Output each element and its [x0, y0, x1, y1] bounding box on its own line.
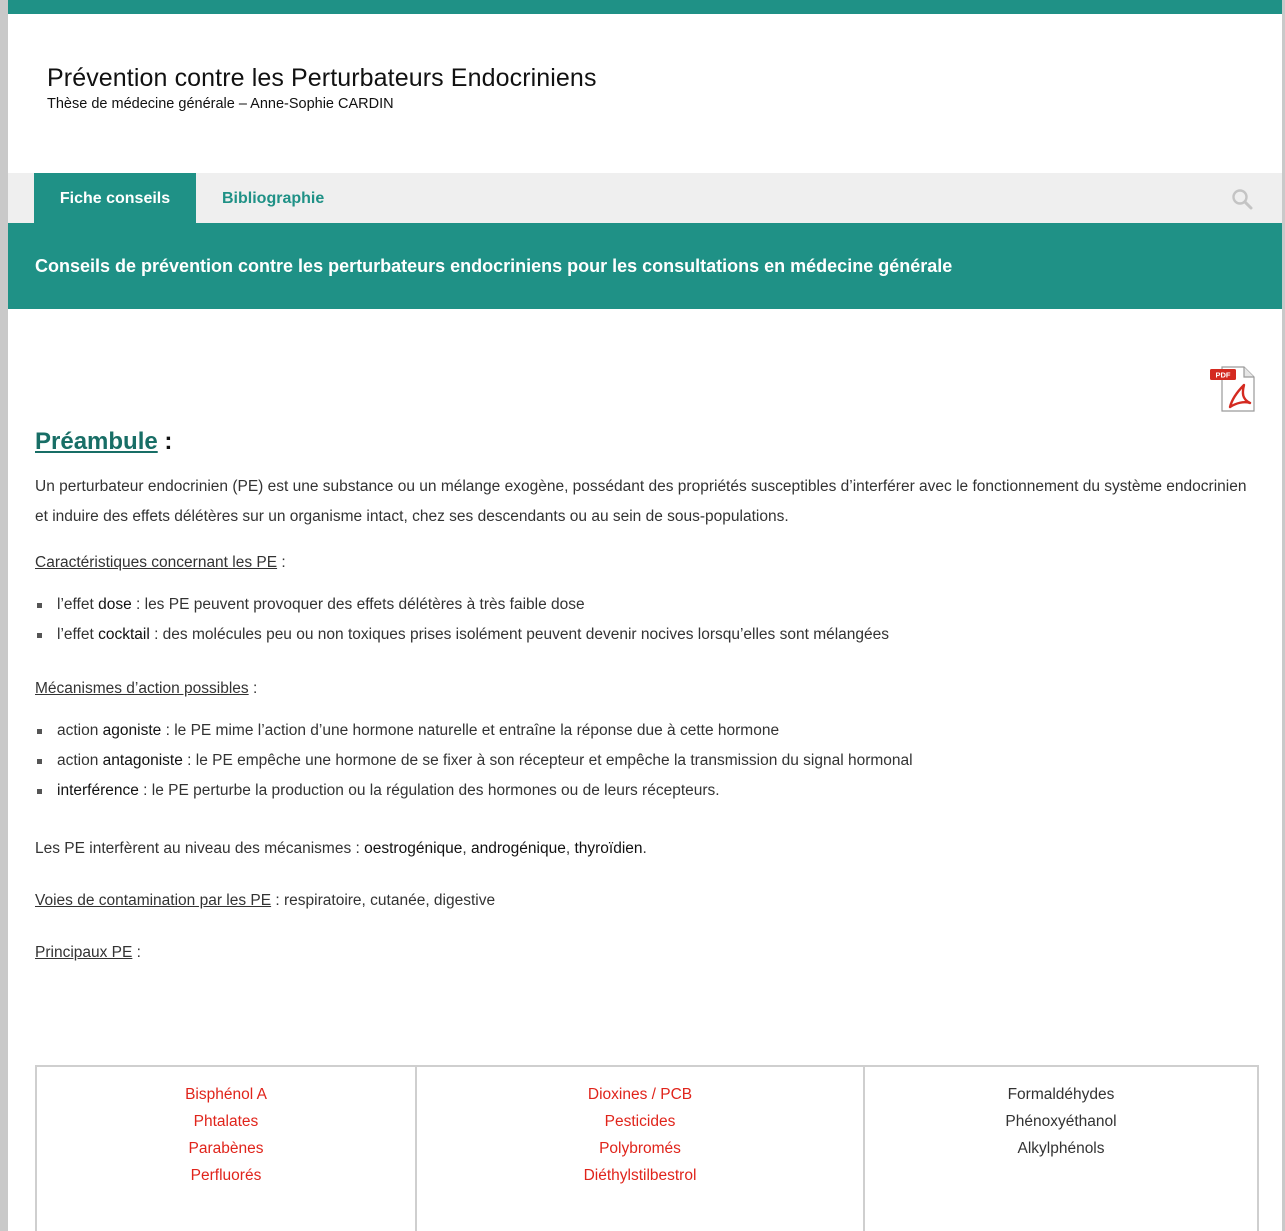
item-post: : le PE perturbe la production ou la rég…	[138, 782, 720, 799]
caracteristiques-title: Caractéristiques concernant les PE	[35, 554, 278, 571]
pdf-icon-label: PDF	[1216, 371, 1231, 380]
pe-item: Phtalates	[193, 1113, 259, 1130]
principaux-heading: Principaux PE :	[35, 944, 1257, 962]
niveaux-sep: ,	[462, 840, 471, 857]
voies-text: : respiratoire, cutanée, digestive	[271, 892, 496, 909]
search-icon[interactable]	[1230, 187, 1254, 211]
principaux-pe-table: Bisphénol A Phtalates Parabènes Perfluor…	[35, 1065, 1259, 1231]
pe-item: Alkylphénols	[1017, 1140, 1105, 1157]
pe-item: Polybromés	[599, 1140, 681, 1157]
item-key: cocktail	[98, 626, 150, 643]
table-cell-col2: Dioxines / PCB Pesticides Polybromés Dié…	[415, 1065, 865, 1231]
list-item: l’effet dose : les PE peuvent provoquer …	[35, 590, 1257, 620]
site-header: Prévention contre les Perturbateurs Endo…	[47, 64, 597, 112]
list-item: action agoniste : le PE mime l’action d’…	[35, 716, 1257, 746]
mecanismes-list: action agoniste : le PE mime l’action d’…	[35, 716, 1257, 806]
mecanismes-title: Mécanismes d’action possibles	[35, 680, 249, 697]
site-title[interactable]: Prévention contre les Perturbateurs Endo…	[47, 64, 597, 93]
main-content: Préambule : Un perturbateur endocrinien …	[35, 428, 1257, 962]
list-item: action antagoniste : le PE empêche une h…	[35, 746, 1257, 776]
principaux-suffix: :	[132, 944, 141, 961]
mecanismes-suffix: :	[248, 680, 258, 697]
item-pre: action	[57, 752, 103, 769]
site-subtitle: Thèse de médecine générale – Anne-Sophie…	[47, 96, 394, 112]
principaux-title: Principaux PE	[35, 944, 133, 961]
caracteristiques-suffix: :	[277, 554, 286, 571]
tab-bibliographie[interactable]: Bibliographie	[222, 173, 324, 223]
page-banner: Conseils de prévention contre les pertur…	[8, 223, 1282, 309]
pe-item: Bisphénol A	[185, 1086, 267, 1103]
item-pre: l’effet	[57, 596, 99, 613]
item-pre: l’effet	[57, 626, 99, 643]
preambule-intro: Un perturbateur endocrinien (PE) est une…	[35, 478, 1247, 525]
item-post: : des molécules peu ou non toxiques pris…	[149, 626, 890, 643]
list-item: l’effet cocktail : des molécules peu ou …	[35, 620, 1257, 650]
pe-item: Pesticides	[604, 1113, 676, 1130]
pe-item: Diéthylstilbestrol	[583, 1167, 697, 1184]
preambule-link[interactable]: Préambule	[35, 428, 158, 455]
niveaux-thyroidien: thyroïdien	[574, 840, 643, 857]
item-post: : le PE empêche une hormone de se fixer …	[182, 752, 913, 769]
niveaux-pre: Les PE interfèrent au niveau des mécanis…	[35, 840, 365, 857]
banner-text: Conseils de prévention contre les pertur…	[35, 256, 953, 276]
list-item: interférence : le PE perturbe la product…	[35, 776, 1257, 806]
mecanismes-heading: Mécanismes d’action possibles :	[35, 680, 1257, 698]
caracteristiques-list: l’effet dose : les PE peuvent provoquer …	[35, 590, 1257, 650]
item-key: antagoniste	[102, 752, 183, 769]
pdf-download-icon[interactable]: PDF	[1208, 363, 1258, 413]
main-nav: Fiche conseils Bibliographie	[8, 173, 1282, 223]
item-key: dose	[98, 596, 132, 613]
preambule-suffix: :	[157, 428, 173, 455]
top-accent-bar	[8, 0, 1282, 14]
niveaux-end: .	[642, 840, 647, 857]
caracteristiques-heading: Caractéristiques concernant les PE :	[35, 554, 1257, 572]
voies-title: Voies de contamination par les PE	[35, 892, 272, 909]
tab-fiche-conseils[interactable]: Fiche conseils	[34, 173, 196, 223]
pe-item: Phénoxyéthanol	[1005, 1113, 1117, 1130]
item-key: interférence	[57, 782, 139, 799]
item-post: : les PE peuvent provoquer des effets dé…	[131, 596, 585, 613]
item-post: : le PE mime l’action d’une hormone natu…	[161, 722, 780, 739]
item-pre: action	[57, 722, 103, 739]
table-cell-col3: Formaldéhydes Phénoxyéthanol Alkylphénol…	[863, 1065, 1259, 1231]
niveaux-mecanismes: Les PE interfèrent au niveau des mécanis…	[35, 840, 1257, 858]
voies-contamination: Voies de contamination par les PE : resp…	[35, 892, 1257, 910]
niveaux-oestrogenique: oestrogénique	[364, 840, 463, 857]
pe-item: Dioxines / PCB	[587, 1086, 693, 1103]
table-cell-col1: Bisphénol A Phtalates Parabènes Perfluor…	[35, 1065, 417, 1231]
pe-item: Formaldéhydes	[1007, 1086, 1115, 1103]
niveaux-androgenique: androgénique	[471, 840, 566, 857]
preambule-heading: Préambule :	[35, 428, 1257, 456]
table-row: Bisphénol A Phtalates Parabènes Perfluor…	[35, 1065, 1259, 1231]
pe-item: Perfluorés	[190, 1167, 262, 1184]
item-key: agoniste	[102, 722, 162, 739]
pe-item: Parabènes	[188, 1140, 264, 1157]
